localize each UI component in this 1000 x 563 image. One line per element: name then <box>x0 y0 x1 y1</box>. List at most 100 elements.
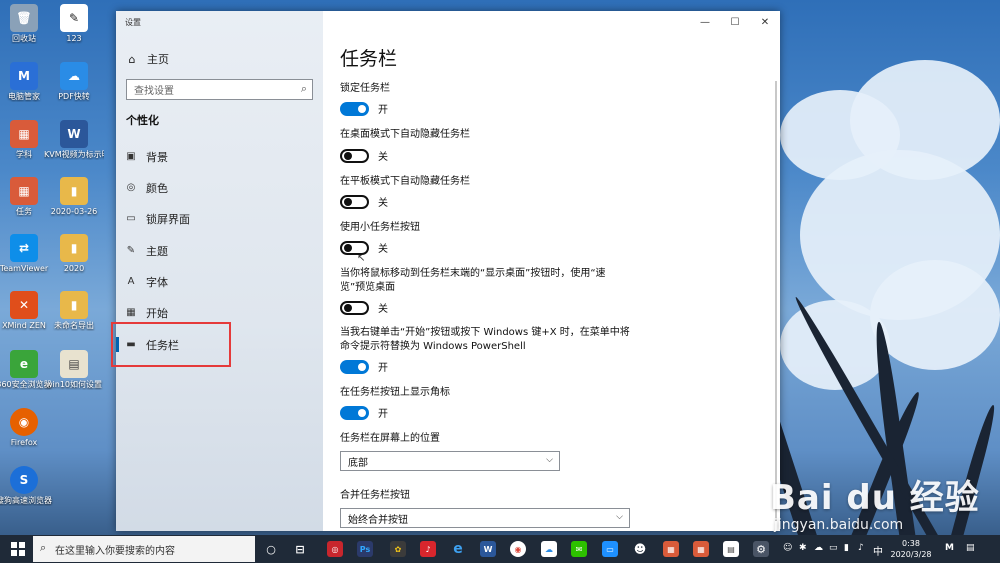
desktop-icon-label: PDF快转 <box>58 92 90 101</box>
sidebar-item-label: 颜色 <box>146 181 168 195</box>
people-icon[interactable]: ☺ <box>783 543 792 553</box>
document-icon[interactable]: ▦ <box>663 541 679 557</box>
font-icon: A <box>127 276 135 287</box>
action-center-icon[interactable]: ▤ <box>966 543 975 553</box>
nav-home[interactable]: ⌂ 主页 <box>126 51 170 67</box>
section-title: 个性化 <box>126 114 159 127</box>
minimize-button[interactable]: — <box>690 11 720 33</box>
tray-app-icon[interactable]: ✱ <box>799 543 807 553</box>
battery-icon[interactable]: ▮ <box>844 543 849 553</box>
browser-360-icon: e <box>10 350 38 378</box>
search-icon: ⌕ <box>40 541 47 554</box>
toggle-switch[interactable] <box>340 300 369 315</box>
folder-export-desktop-icon[interactable]: ▮ 未命名导出 <box>50 291 98 347</box>
notepad-icon[interactable]: ▤ <box>723 541 739 557</box>
toggle-switch[interactable] <box>340 359 369 374</box>
cloud-tray-icon[interactable]: ☁ <box>814 543 823 553</box>
folder-icon: ▮ <box>60 234 88 262</box>
recycle-bin-desktop-icon[interactable]: 🗑 回收站 <box>0 4 48 60</box>
toggle-state: 开 <box>378 363 388 374</box>
toggle-powershell[interactable]: 开 <box>340 359 388 374</box>
sidebar-item-lock-screen[interactable]: ▭ 锁屏界面 <box>116 203 323 234</box>
sogou-browser-desktop-icon[interactable]: S 搜狗高速浏览器 <box>0 466 52 522</box>
settings-gear-icon[interactable]: ⚙ <box>753 541 769 557</box>
chevron-down-icon: ⌵ <box>546 455 553 465</box>
desktop-icon-label: 未命名导出 <box>54 321 94 330</box>
nav-home-label: 主页 <box>147 53 169 66</box>
page-title: 任务栏 <box>340 48 398 70</box>
window-title: 设置 <box>125 18 141 27</box>
cortana-icon[interactable]: ○ <box>263 541 279 557</box>
word-icon[interactable]: W <box>480 541 496 557</box>
taskbar-search-input[interactable]: ⌕ 在这里输入你要搜索的内容 <box>33 536 255 562</box>
chrome-icon[interactable]: ◉ <box>510 541 526 557</box>
word-icon: W <box>60 120 88 148</box>
sidebar-item-label: 锁屏界面 <box>146 212 190 226</box>
search-icon[interactable]: ⌕ <box>301 82 307 96</box>
folder-0326-desktop-icon[interactable]: ▮ 2020-03-26 <box>50 177 98 233</box>
edge-icon[interactable]: e <box>450 541 466 557</box>
picture-icon: ▣ <box>126 151 136 162</box>
close-button[interactable]: ✕ <box>750 11 780 33</box>
document-icon: ▦ <box>10 177 38 205</box>
desktop-icon-label: 搜狗高速浏览器 <box>0 496 52 505</box>
toggle-switch[interactable] <box>340 405 369 420</box>
toggle-badges[interactable]: 开 <box>340 405 388 420</box>
maximize-button[interactable]: ☐ <box>720 11 750 33</box>
volume-icon[interactable]: ♪ <box>858 543 864 553</box>
combine-buttons-dropdown[interactable]: 始终合并按钮 ⌵ <box>340 508 630 528</box>
taskbar-search-placeholder: 在这里输入你要搜索的内容 <box>55 545 175 557</box>
file-123-desktop-icon[interactable]: ✎ 123 <box>50 4 98 60</box>
win10-doc-desktop-icon[interactable]: ▤ win10如何设置 <box>46 350 102 406</box>
start-grid-icon: ▦ <box>126 307 136 318</box>
pc-manager-desktop-icon[interactable]: M 电脑管家 <box>0 62 48 118</box>
toggle-state: 关 <box>378 304 388 315</box>
toggle-switch[interactable] <box>340 148 369 163</box>
app-flower-icon[interactable]: ✿ <box>390 541 406 557</box>
netease-music-icon[interactable]: ♪ <box>420 541 436 557</box>
photoshop-icon[interactable]: Ps <box>357 541 373 557</box>
desktop-icon-label: 2020 <box>63 264 85 273</box>
app-red-icon[interactable]: ◎ <box>327 541 343 557</box>
toggle-peek[interactable]: 关 <box>340 300 388 315</box>
sidebar-item-fonts[interactable]: A 字体 <box>116 266 323 297</box>
doc-task-desktop-icon[interactable]: ▦ 任务 <box>0 177 48 233</box>
doc-xueke-desktop-icon[interactable]: ▦ 学科 <box>0 120 48 176</box>
ime-indicator[interactable]: 中 <box>873 543 883 558</box>
toggle-lock-taskbar[interactable]: 开 <box>340 101 388 116</box>
teamviewer-desktop-icon[interactable]: ⇄ TeamViewer <box>0 234 48 290</box>
sidebar-item-themes[interactable]: ✎ 主题 <box>116 235 323 266</box>
setting-label-small-buttons: 使用小任务栏按钮 <box>340 222 420 233</box>
task-view-icon[interactable]: ⊟ <box>292 541 308 557</box>
desktop-icon-label: Firefox <box>10 438 38 447</box>
pc-manager-icon: M <box>10 62 38 90</box>
clock[interactable]: 0:38 2020/3/28 <box>886 538 936 560</box>
firefox-desktop-icon[interactable]: ◉ Firefox <box>0 408 48 464</box>
toggle-autohide-desktop[interactable]: 关 <box>340 148 388 163</box>
qq-icon[interactable]: ☻ <box>632 541 648 557</box>
toggle-switch[interactable] <box>340 101 369 116</box>
remote-desktop-icon[interactable]: ▭ <box>602 541 618 557</box>
toggle-switch[interactable] <box>340 194 369 209</box>
taskbar-position-dropdown[interactable]: 底部 ⌵ <box>340 451 560 471</box>
toggle-autohide-tablet[interactable]: 关 <box>340 194 388 209</box>
network-icon[interactable]: ▭ <box>829 543 838 553</box>
xmind-desktop-icon[interactable]: ✕ XMind ZEN <box>0 291 48 347</box>
content-pane: — ☐ ✕ 任务栏 锁定任务栏 开 在桌面模式下自动隐藏任务栏 关 在平板模式下… <box>323 11 780 531</box>
search-settings-input[interactable]: 查找设置 ⌕ <box>126 79 313 100</box>
sidebar-item-background[interactable]: ▣ 背景 <box>116 141 323 172</box>
360-browser-desktop-icon[interactable]: e 360安全浏览器 <box>0 350 52 406</box>
word-doc-desktop-icon[interactable]: W KVM视频为标示明 <box>44 120 104 176</box>
notification-icon[interactable]: M <box>945 543 954 553</box>
watermark: Bai du 经验 jingyan.baidu.com <box>770 470 980 533</box>
document-icon[interactable]: ▦ <box>693 541 709 557</box>
scrollbar[interactable] <box>775 81 777 521</box>
desktop-icon-label: win10如何设置 <box>45 380 102 389</box>
sidebar-item-colors[interactable]: ◎ 颜色 <box>116 172 323 203</box>
windows-start-icon[interactable] <box>11 542 25 556</box>
app-cloud-icon[interactable]: ☁ <box>541 541 557 557</box>
toggle-state: 关 <box>378 244 388 255</box>
folder-2020-desktop-icon[interactable]: ▮ 2020 <box>50 234 98 290</box>
pdf-desktop-icon[interactable]: ☁ PDF快转 <box>50 62 98 118</box>
wechat-icon[interactable]: ✉ <box>571 541 587 557</box>
